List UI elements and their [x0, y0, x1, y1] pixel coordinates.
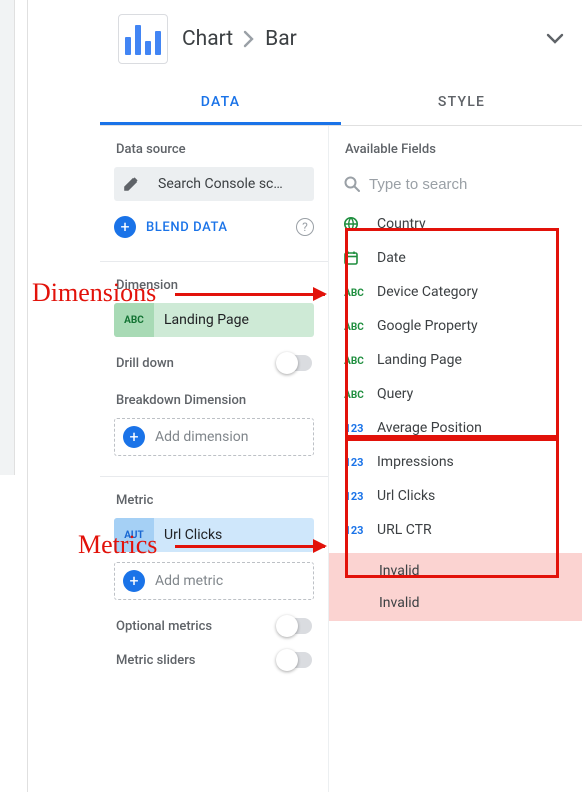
dimension-chip[interactable]: ABC Landing Page	[114, 303, 314, 337]
chevron-down-icon[interactable]	[546, 33, 564, 45]
pencil-icon	[114, 167, 148, 201]
field-item[interactable]: 123 Url Clicks	[343, 479, 568, 513]
calendar-icon	[343, 250, 365, 266]
bar-chart-icon[interactable]	[118, 14, 168, 64]
plus-icon: +	[123, 426, 145, 448]
breadcrumb: Chart Bar	[182, 27, 532, 51]
field-item[interactable]: ABC Landing Page	[343, 343, 568, 377]
available-fields-title: Available Fields	[345, 142, 568, 157]
abc-icon: ABC	[343, 319, 365, 333]
field-item[interactable]: 123 URL CTR	[343, 513, 568, 547]
123-icon: 123	[343, 455, 365, 469]
metric-sliders-label: Metric sliders	[116, 653, 195, 668]
field-label: Date	[377, 250, 406, 266]
field-label: Landing Page	[377, 352, 462, 368]
field-item[interactable]: ABC Query	[343, 377, 568, 411]
field-label: Url Clicks	[377, 488, 435, 504]
annotation-arrow	[175, 293, 325, 296]
annotation-dimensions-label: Dimensions	[32, 278, 156, 308]
tab-style[interactable]: STYLE	[341, 80, 582, 125]
breadcrumb-leaf: Bar	[265, 27, 297, 51]
metric-chip-label: Url Clicks	[164, 527, 222, 543]
dimension-chip-label: Landing Page	[164, 312, 249, 328]
123-icon: 123	[343, 489, 365, 503]
field-item[interactable]: 123 Impressions	[343, 445, 568, 479]
field-label: Country	[377, 216, 426, 232]
annotation-metrics-label: Metrics	[78, 530, 157, 560]
search-input[interactable]	[369, 176, 568, 193]
add-dimension-label: Add dimension	[155, 429, 248, 445]
abc-icon: ABC	[343, 353, 365, 367]
field-label: URL CTR	[377, 522, 432, 538]
field-item[interactable]: ABC Device Category	[343, 275, 568, 309]
field-item[interactable]: Country	[343, 207, 568, 241]
field-label: Google Property	[377, 318, 478, 334]
invalid-field: Invalid	[329, 555, 582, 587]
add-dimension-button[interactable]: + Add dimension	[114, 418, 314, 456]
breadcrumb-root: Chart	[182, 27, 233, 51]
optional-metrics-label: Optional metrics	[116, 619, 212, 634]
plus-icon: +	[123, 570, 145, 592]
annotation-arrow	[175, 545, 325, 548]
chevron-right-icon	[243, 30, 255, 48]
123-icon: 123	[343, 421, 365, 435]
search-icon	[343, 175, 361, 193]
data-source-name: Search Console sc…	[158, 176, 304, 192]
globe-icon	[343, 216, 365, 232]
add-metric-label: Add metric	[155, 573, 223, 589]
data-source-chip[interactable]: Search Console sc…	[114, 167, 314, 201]
abc-icon: ABC	[343, 387, 365, 401]
abc-tag: ABC	[114, 303, 154, 337]
field-label: Impressions	[377, 454, 454, 470]
metric-sliders-toggle[interactable]	[278, 652, 312, 668]
drill-down-toggle[interactable]	[278, 355, 312, 371]
add-metric-button[interactable]: + Add metric	[114, 562, 314, 600]
field-item[interactable]: 123 Average Position	[343, 411, 568, 445]
optional-metrics-toggle[interactable]	[278, 618, 312, 634]
field-item[interactable]: ABC Google Property	[343, 309, 568, 343]
plus-icon: +	[114, 216, 136, 238]
help-icon[interactable]: ?	[296, 218, 314, 236]
abc-icon: ABC	[343, 285, 365, 299]
field-item[interactable]: Date	[343, 241, 568, 275]
data-source-title: Data source	[116, 142, 314, 157]
invalid-field: Invalid	[329, 587, 582, 619]
metric-title: Metric	[116, 493, 314, 508]
field-label: Device Category	[377, 284, 478, 300]
breakdown-title: Breakdown Dimension	[116, 393, 314, 408]
blend-data-button[interactable]: BLEND DATA	[146, 220, 286, 235]
drill-down-label: Drill down	[116, 356, 174, 371]
field-label: Query	[377, 386, 413, 402]
tab-data[interactable]: DATA	[100, 80, 341, 125]
123-icon: 123	[343, 523, 365, 537]
field-label: Average Position	[377, 420, 482, 436]
